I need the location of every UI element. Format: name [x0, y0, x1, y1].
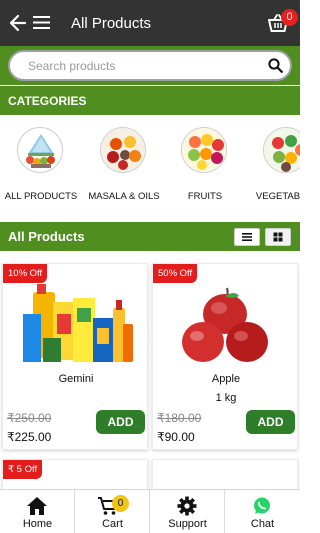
discount-badge: 10% Off: [3, 264, 48, 283]
nav-chat[interactable]: Chat: [225, 490, 300, 533]
category-label: ALL PRODUCTS: [4, 191, 78, 202]
cart-count-badge: 0: [281, 9, 298, 26]
discount-badge: 50% Off: [153, 264, 198, 283]
product-mrp: ₹250.00: [7, 411, 52, 425]
search-bar-container: [0, 46, 300, 85]
grid-view-button[interactable]: [265, 228, 291, 246]
category-image: [100, 127, 146, 173]
product-image: [23, 284, 133, 362]
nav-label: Chat: [250, 518, 275, 530]
category-all-products[interactable]: ALL PRODUCTS: [3, 125, 79, 215]
back-arrow-icon[interactable]: [9, 13, 27, 33]
categories-header: CATEGORIES: [0, 86, 300, 115]
products-header: All Products: [0, 222, 300, 251]
category-masala-oils[interactable]: MASALA & OILS: [86, 125, 162, 215]
nav-label: Support: [168, 518, 207, 530]
nav-support[interactable]: Support: [150, 490, 225, 533]
whatsapp-icon: [254, 497, 270, 514]
product-name: Apple: [211, 373, 241, 385]
search-input[interactable]: [28, 56, 258, 76]
product-name: Gemini: [58, 373, 94, 385]
cart-badge: 0: [112, 495, 129, 512]
product-mrp: ₹180.00: [157, 411, 202, 425]
nav-label: Cart: [102, 518, 123, 530]
category-fruits[interactable]: FRUITS: [167, 125, 243, 215]
category-label: MASALA & OILS: [88, 191, 160, 202]
discount-badge: ₹ 5 Off: [3, 460, 43, 479]
nav-cart[interactable]: 0 Cart: [75, 490, 150, 533]
add-to-cart-button[interactable]: ADD: [96, 410, 145, 434]
category-image: [181, 127, 227, 173]
products-title: All Products: [8, 229, 85, 244]
nav-home[interactable]: Home: [0, 490, 75, 533]
list-view-icon: [242, 233, 252, 241]
top-app-bar: All Products 0: [0, 0, 300, 46]
search-box: [8, 50, 292, 81]
categories-title: CATEGORIES: [8, 94, 87, 108]
nav-label: Home: [22, 518, 53, 530]
category-vegetables[interactable]: VEGETABLES: [249, 125, 300, 215]
menu-icon[interactable]: [32, 14, 51, 31]
product-card-gemini[interactable]: 10% Off Gemini ₹250.00 ₹225.00 ADD: [2, 263, 148, 450]
list-view-button[interactable]: [234, 228, 260, 246]
category-label: VEGETABLES: [255, 191, 300, 202]
search-icon[interactable]: [268, 58, 283, 73]
bottom-navigation: Home 0 Cart Support Chat: [0, 489, 300, 533]
product-price: ₹225.00: [7, 430, 52, 444]
category-image: [263, 127, 300, 173]
categories-carousel[interactable]: ALL PRODUCTS MASALA & OILS FRUITS VEGETA…: [0, 115, 300, 218]
page-title: All Products: [71, 15, 152, 32]
product-unit: 1 kg: [215, 392, 237, 404]
category-label: FRUITS: [187, 191, 223, 202]
add-to-cart-button[interactable]: ADD: [246, 410, 295, 434]
product-price: ₹90.00: [157, 430, 195, 444]
product-card-apple[interactable]: 50% Off Apple 1 kg ₹180.00 ₹90.00 ADD: [152, 263, 298, 450]
category-image: [17, 127, 63, 173]
product-image: [182, 287, 268, 362]
home-icon: [27, 497, 47, 515]
grid-view-icon: [273, 232, 283, 242]
gear-icon: [177, 496, 197, 516]
